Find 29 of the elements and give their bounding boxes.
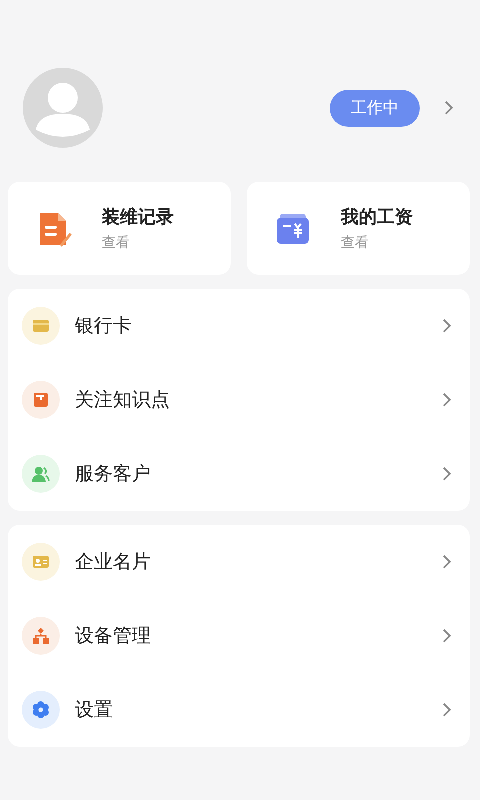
chevron-right-icon <box>442 318 452 334</box>
shortcut-title: 装维记录 <box>102 206 174 229</box>
settings-icon <box>31 700 51 720</box>
menu-label: 设置 <box>75 698 113 723</box>
menu-label: 银行卡 <box>75 314 132 339</box>
shortcut-title: 我的工资 <box>341 206 413 229</box>
menu-item[interactable]: 设置 <box>22 673 452 747</box>
menu-label: 设备管理 <box>75 624 151 649</box>
menu-label: 企业名片 <box>75 550 151 575</box>
shortcut-card[interactable]: 装维记录 查看 <box>8 182 231 275</box>
chevron-right-icon[interactable] <box>444 100 454 116</box>
menu-item[interactable]: 银行卡 <box>22 289 452 363</box>
menu-item[interactable]: 企业名片 <box>22 525 452 599</box>
menu-label: 关注知识点 <box>75 388 170 413</box>
shortcut-card[interactable]: 我的工资 查看 <box>247 182 470 275</box>
menu-item[interactable]: 服务客户 <box>22 437 452 511</box>
users-icon <box>31 464 51 484</box>
menu-label: 服务客户 <box>75 462 151 487</box>
book-icon <box>31 390 51 410</box>
chevron-right-icon <box>442 554 452 570</box>
shortcut-subtitle: 查看 <box>102 234 131 252</box>
chevron-right-icon <box>442 628 452 644</box>
menu-item[interactable]: 关注知识点 <box>22 363 452 437</box>
chevron-right-icon <box>442 466 452 482</box>
chevron-right-icon <box>442 392 452 408</box>
chevron-right-icon <box>442 702 452 718</box>
shortcut-subtitle: 查看 <box>341 234 370 252</box>
menu-item[interactable]: 设备管理 <box>22 599 452 673</box>
hierarchy-icon <box>31 626 51 646</box>
